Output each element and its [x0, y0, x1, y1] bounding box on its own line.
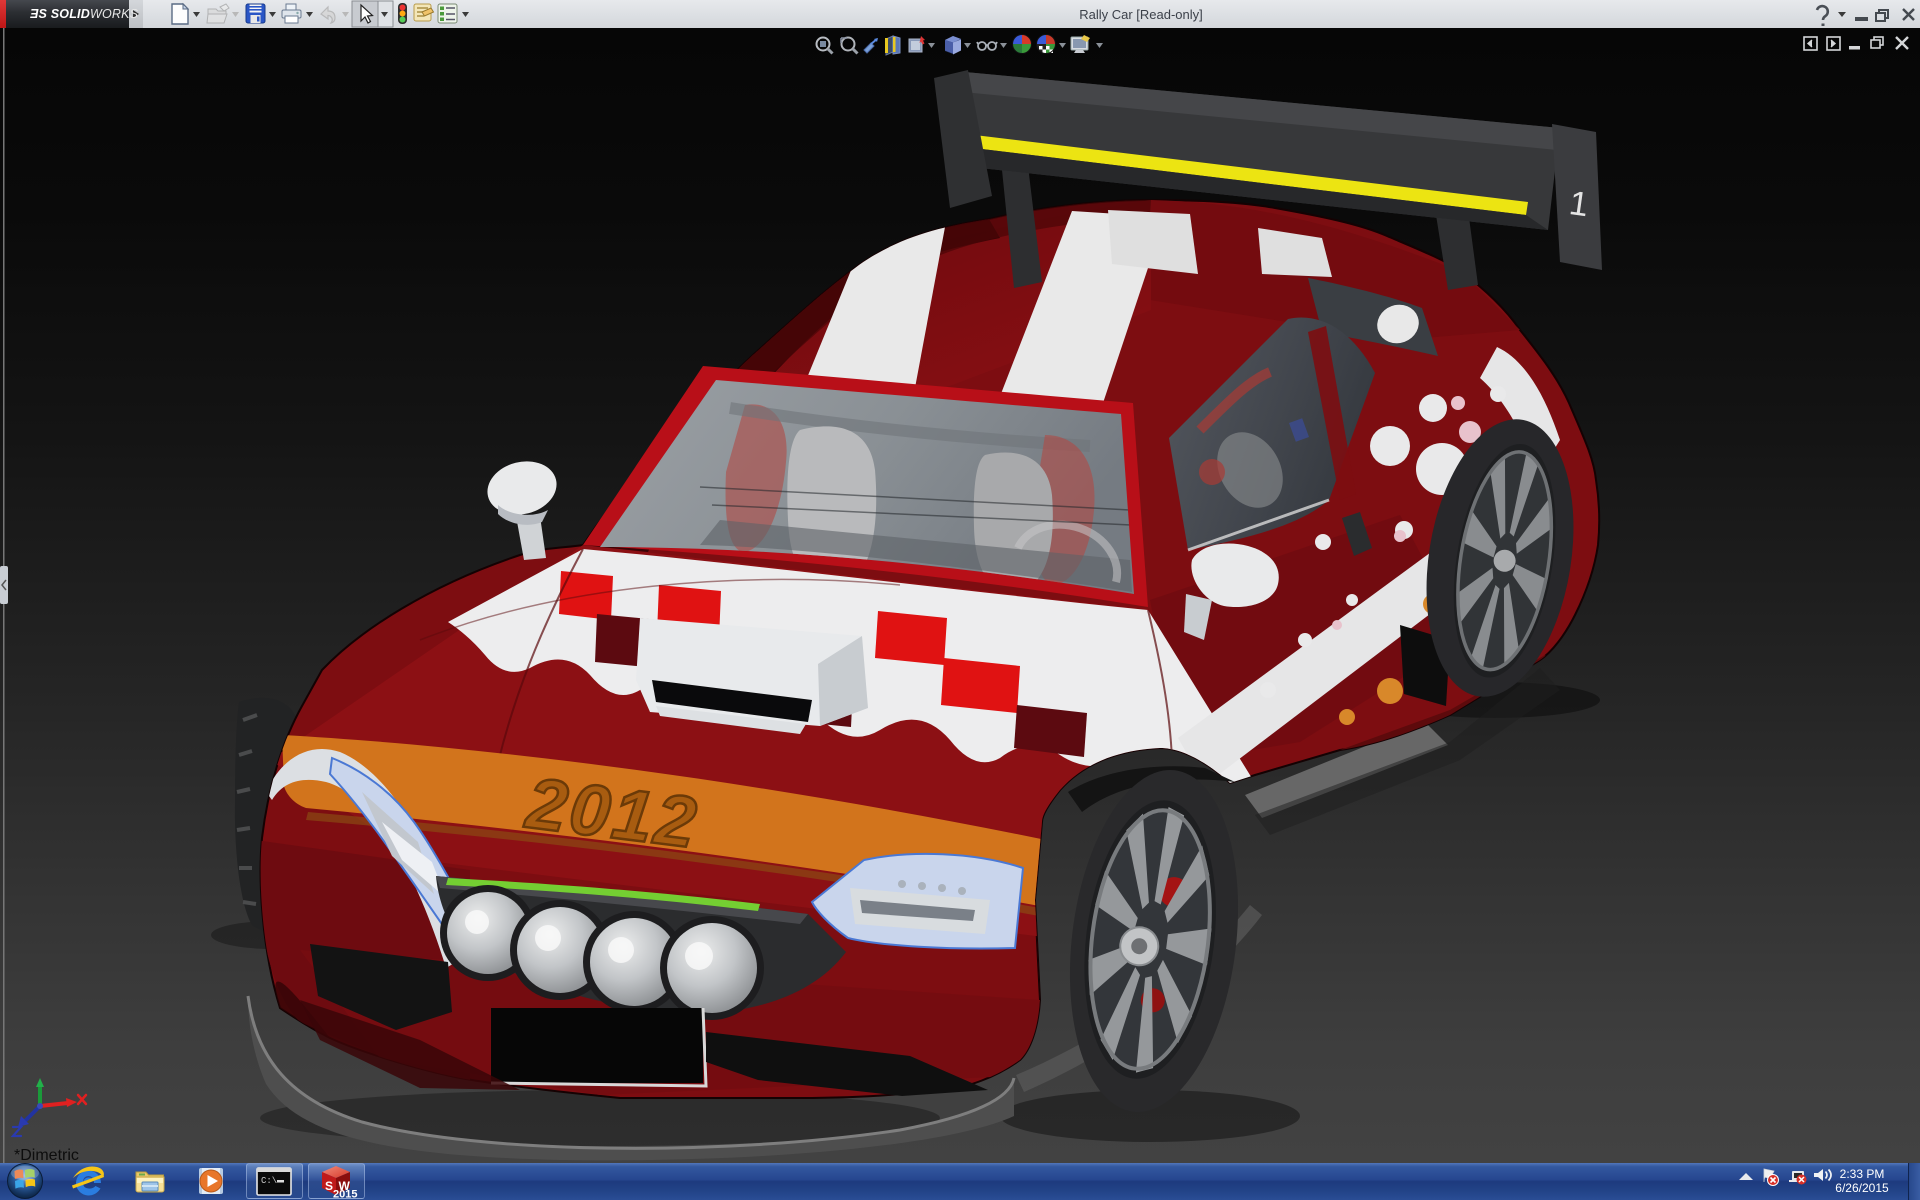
svg-text:C:\: C:\ — [261, 1176, 277, 1186]
svg-text:S: S — [325, 1179, 333, 1193]
svg-text:2015: 2015 — [333, 1189, 357, 1200]
